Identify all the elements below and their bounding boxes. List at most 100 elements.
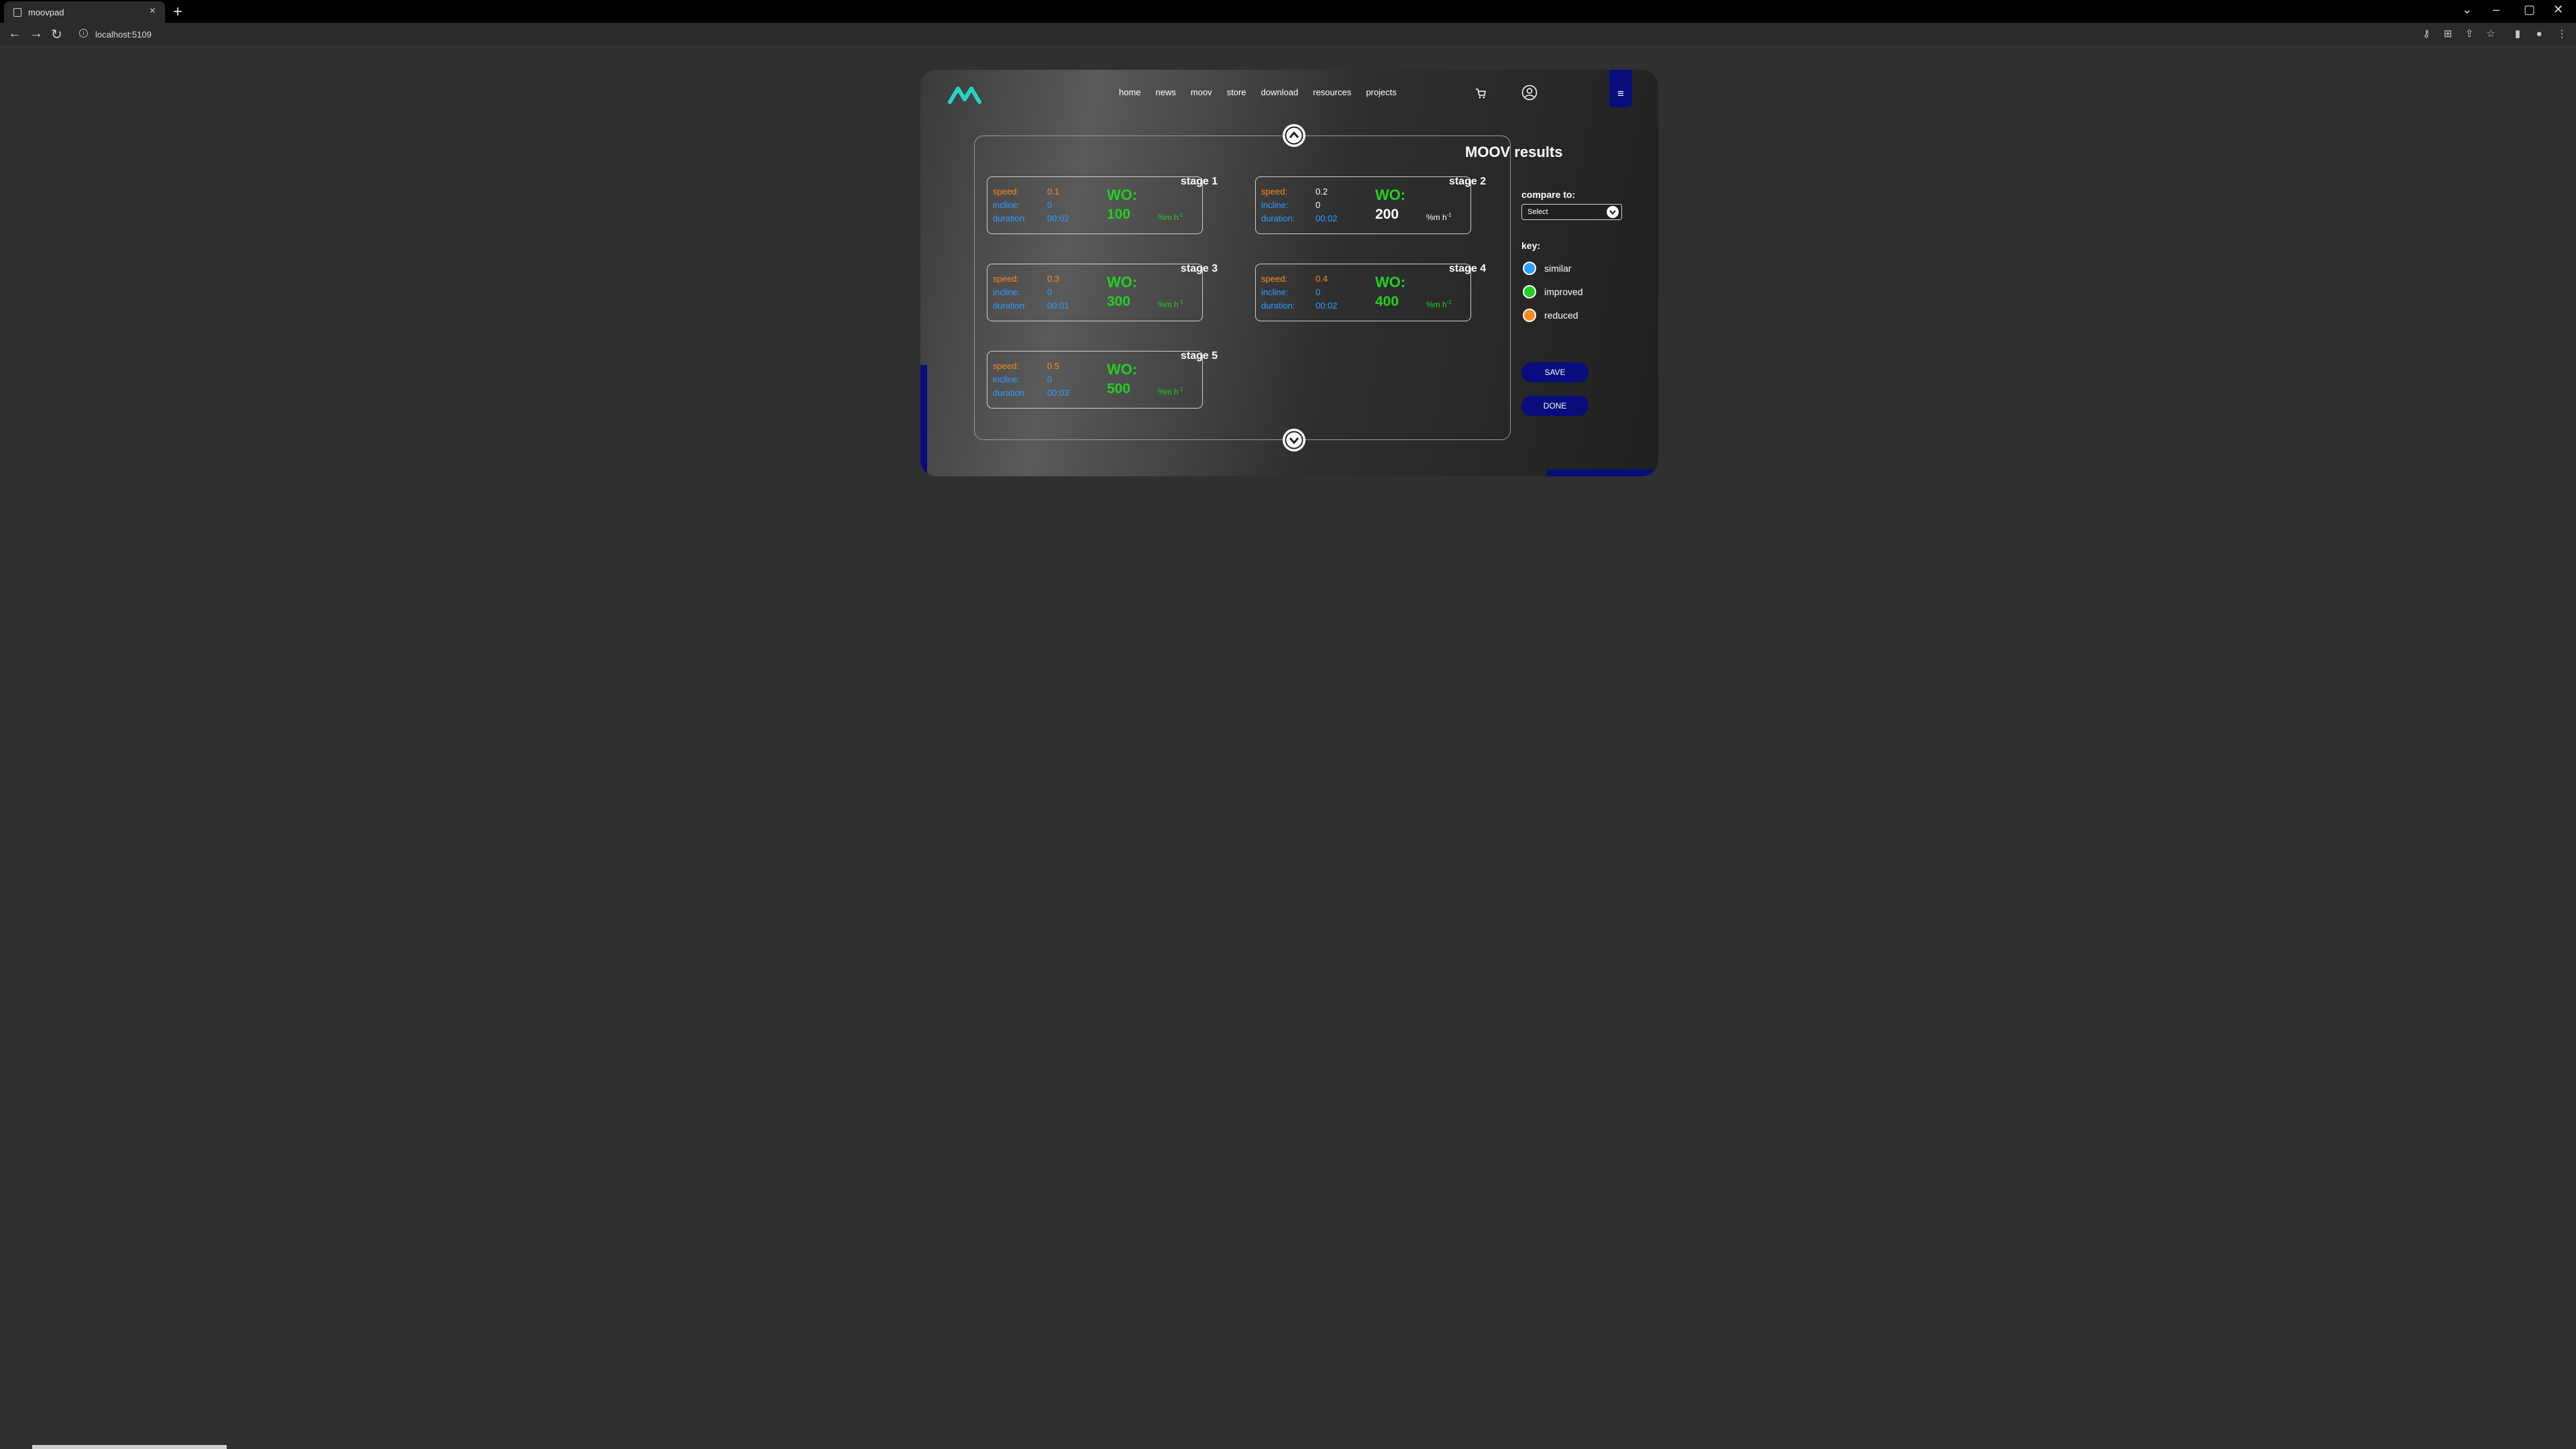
nav-moov[interactable]: moov <box>1191 87 1212 97</box>
incline-label: incline: <box>993 374 1020 384</box>
stage-card[interactable]: stage 3 speed: 0.3 incline: 0 duration: … <box>987 263 1218 321</box>
speed-label: speed: <box>993 361 1020 371</box>
key-item-label: reduced <box>1544 310 1578 321</box>
speed-value: 0.2 <box>1316 186 1328 197</box>
restore-icon[interactable]: ▢ <box>2524 3 2535 17</box>
page-title: MOOV results <box>1465 144 1563 160</box>
speed-value: 0.3 <box>1047 274 1060 284</box>
similar-dot-icon <box>1523 262 1536 275</box>
improved-dot-icon <box>1523 285 1536 299</box>
incline-label: incline: <box>1261 200 1289 210</box>
wo-unit: %m h-1 <box>1158 386 1183 396</box>
incline-label: incline: <box>993 200 1020 210</box>
forward-icon[interactable]: → <box>30 26 43 42</box>
speed-label: speed: <box>993 186 1020 197</box>
stage-card[interactable]: stage 5 speed: 0.5 incline: 0 duration: … <box>987 350 1218 409</box>
cart-icon[interactable] <box>1474 87 1487 99</box>
wo-value: 100 <box>1107 207 1131 222</box>
share-icon[interactable]: ⇪ <box>2463 28 2475 40</box>
profile-icon[interactable]: ● <box>2533 28 2545 40</box>
side-panel-icon[interactable]: ▮ <box>2512 28 2524 40</box>
browser-toolbar: ← → ↻ i localhost:5109 ⚷ ⊞ ⇪ ☆ ▮ ● ⋮ <box>0 23 2576 47</box>
stage-name: stage 1 <box>1181 176 1218 187</box>
compare-select[interactable]: Select <box>1521 204 1622 220</box>
wo-value: 200 <box>1375 207 1399 222</box>
key-item-reduced: reduced <box>1523 309 1578 322</box>
chevron-down-icon <box>1285 431 1303 449</box>
nav-news[interactable]: news <box>1156 87 1176 97</box>
key-icon[interactable]: ⚷ <box>2420 28 2432 40</box>
duration-value: 00:02 <box>1316 213 1338 223</box>
duration-label: duration: <box>993 213 1027 223</box>
moovpad-logo[interactable] <box>947 85 982 105</box>
duration-label: duration: <box>993 301 1027 311</box>
left-accent-bar <box>920 365 927 476</box>
address-bar[interactable]: i localhost:5109 <box>72 27 2367 43</box>
wo-unit: %m h-1 <box>1158 299 1183 309</box>
duration-value: 00:03 <box>1047 388 1069 398</box>
nav-resources[interactable]: resources <box>1313 87 1351 97</box>
speed-label: speed: <box>1261 186 1288 197</box>
wo-value: 300 <box>1107 294 1131 309</box>
tab-search-icon[interactable]: ⌄ <box>2462 3 2472 17</box>
wo-label: WO: <box>1375 186 1406 203</box>
address-url[interactable]: localhost:5109 <box>95 30 152 40</box>
nav-store[interactable]: store <box>1227 87 1246 97</box>
wo-label: WO: <box>1107 274 1138 290</box>
key-item-similar: similar <box>1523 262 1571 275</box>
scroll-down-button[interactable] <box>1283 429 1305 451</box>
nav-download[interactable]: download <box>1261 87 1299 97</box>
nav-home[interactable]: home <box>1119 87 1141 97</box>
speed-label: speed: <box>1261 274 1288 284</box>
speed-value: 0.4 <box>1316 274 1328 284</box>
wo-unit: %m h-1 <box>1426 212 1452 222</box>
page-icon <box>13 8 21 17</box>
bookmark-star-icon[interactable]: ☆ <box>2485 28 2497 40</box>
speed-value: 0.1 <box>1047 186 1060 197</box>
hamburger-menu-button[interactable]: ≡ <box>1609 70 1632 107</box>
duration-value: 00:02 <box>1047 213 1069 223</box>
duration-value: 00:01 <box>1047 301 1069 311</box>
window-close-icon[interactable]: ✕ <box>2553 3 2563 17</box>
stage-card[interactable]: stage 2 speed: 0.2 incline: 0 duration: … <box>1255 176 1486 234</box>
horizontal-scrollbar[interactable] <box>32 1445 227 1449</box>
wo-unit: %m h-1 <box>1158 212 1183 222</box>
stage-name: stage 4 <box>1449 263 1487 274</box>
install-icon[interactable]: ⊞ <box>2442 28 2454 40</box>
save-button[interactable]: SAVE <box>1521 362 1589 382</box>
key-label: key: <box>1521 240 1541 251</box>
incline-value: 0 <box>1047 374 1053 384</box>
compare-select-value: Select <box>1527 208 1548 216</box>
speed-label: speed: <box>993 274 1020 284</box>
back-icon[interactable]: ← <box>8 26 21 42</box>
done-button[interactable]: DONE <box>1521 396 1589 416</box>
scroll-up-button[interactable] <box>1283 124 1305 147</box>
new-tab-icon[interactable]: + <box>173 3 182 21</box>
duration-label: duration: <box>993 388 1027 398</box>
key-item-label: similar <box>1544 263 1572 274</box>
compare-label: compare to: <box>1521 189 1576 200</box>
reload-icon[interactable]: ↻ <box>51 26 62 43</box>
nav-projects[interactable]: projects <box>1366 87 1397 97</box>
duration-value: 00:02 <box>1316 301 1338 311</box>
incline-value: 0 <box>1047 287 1053 297</box>
stage-card[interactable]: stage 4 speed: 0.4 incline: 0 duration: … <box>1255 263 1486 321</box>
incline-value: 0 <box>1316 200 1321 210</box>
browser-menu-icon[interactable]: ⋮ <box>2556 28 2568 40</box>
close-tab-icon[interactable]: × <box>150 5 156 17</box>
browser-tab[interactable]: moovpad × <box>4 1 165 23</box>
wo-label: WO: <box>1107 186 1138 203</box>
minimize-icon[interactable]: – <box>2493 3 2500 17</box>
account-icon[interactable] <box>1521 85 1538 101</box>
wo-label: WO: <box>1107 361 1138 378</box>
key-item-label: improved <box>1544 286 1583 297</box>
stage-card[interactable]: stage 1 speed: 0.1 incline: 0 duration: … <box>987 176 1218 234</box>
wo-value: 400 <box>1375 294 1399 309</box>
reduced-dot-icon <box>1523 309 1536 322</box>
duration-label: duration: <box>1261 301 1295 311</box>
stage-name: stage 5 <box>1181 350 1218 362</box>
incline-value: 0 <box>1047 200 1053 210</box>
site-info-icon[interactable]: i <box>79 29 88 38</box>
incline-value: 0 <box>1316 287 1321 297</box>
chevron-down-icon <box>1607 206 1619 218</box>
